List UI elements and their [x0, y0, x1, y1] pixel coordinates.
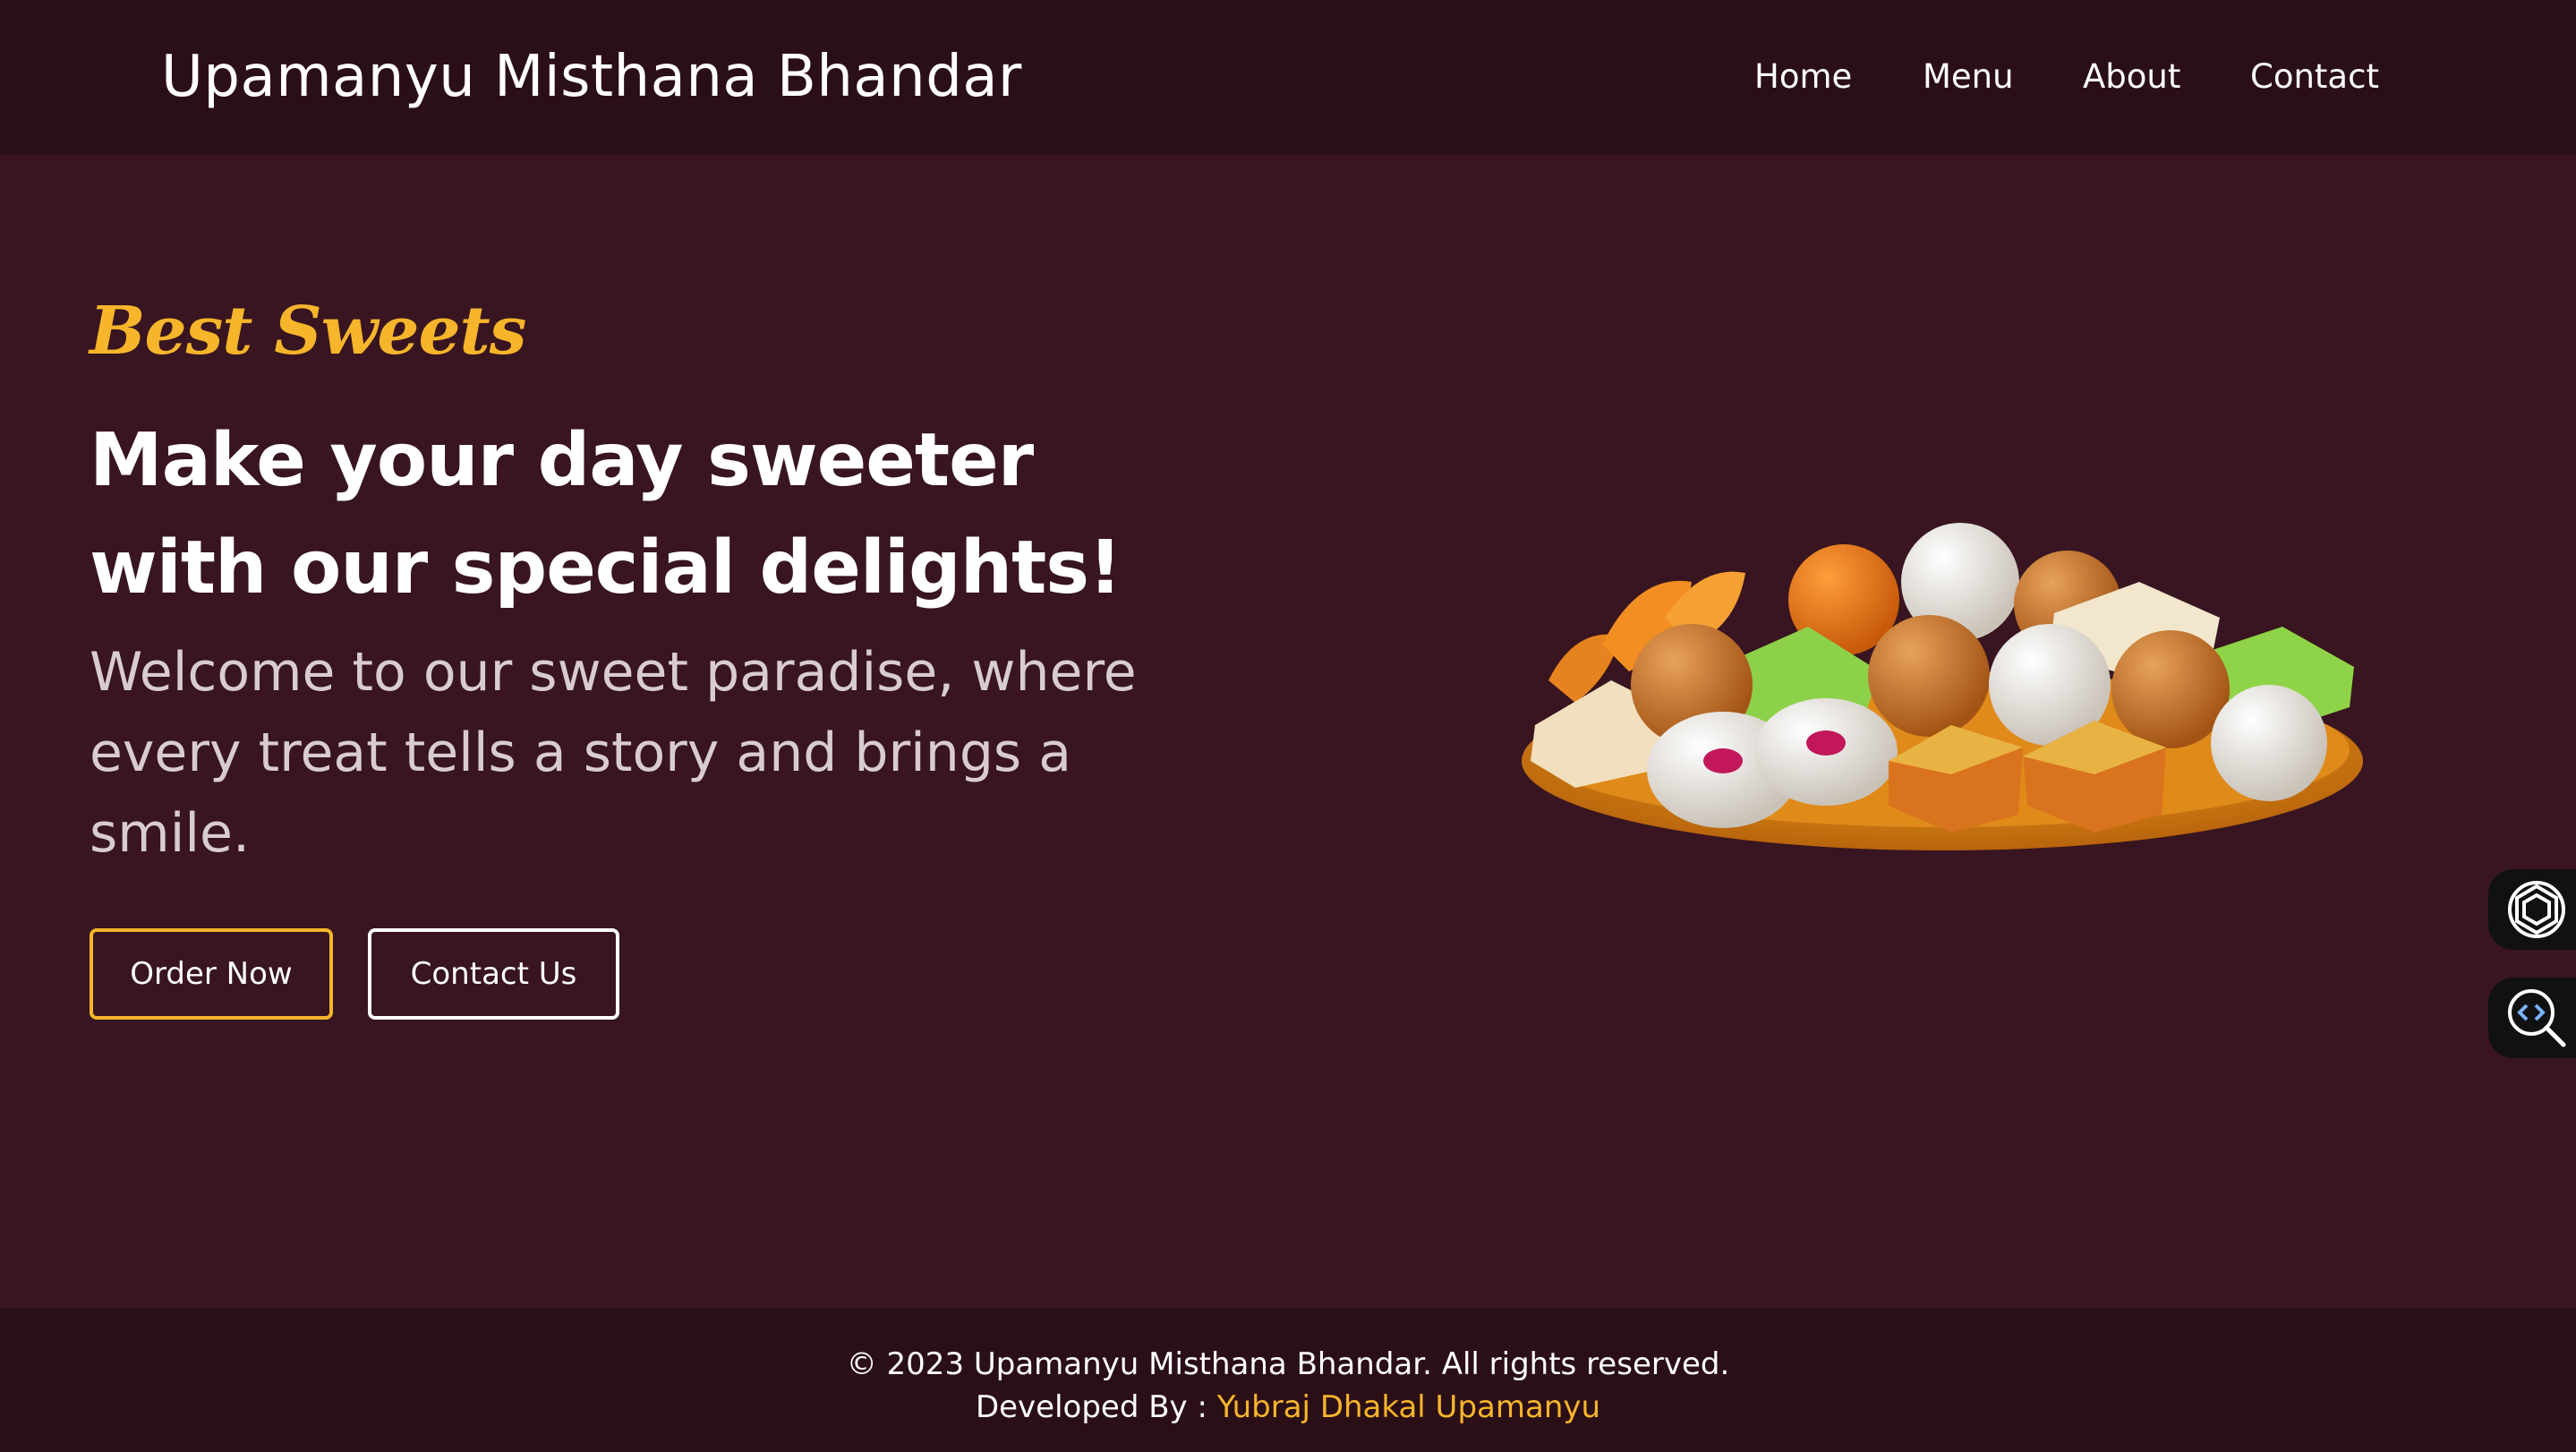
hero-title: Make your day sweeter with our special d…: [90, 418, 1122, 611]
developer-prefix: Developed By :: [975, 1389, 1207, 1425]
site-brand[interactable]: Upamanyu Misthana Bhandar: [161, 39, 1022, 115]
code-inspect-icon: [2508, 989, 2566, 1047]
ai-assistant-icon: [2508, 881, 2565, 938]
ai-assistant-widget[interactable]: [2488, 869, 2576, 950]
nav-contact-link[interactable]: Contact: [2250, 52, 2379, 102]
code-inspect-widget[interactable]: [2488, 978, 2576, 1058]
copyright-text: © 2023 Upamanyu Misthana Bhandar. All ri…: [846, 1346, 1730, 1382]
footer: © 2023 Upamanyu Misthana Bhandar. All ri…: [0, 1308, 2576, 1452]
navbar: Upamanyu Misthana Bhandar Home Menu Abou…: [0, 0, 2576, 155]
sweets-platter-image: [1522, 523, 2363, 850]
nav-home-link[interactable]: Home: [1754, 52, 1852, 102]
contact-us-button[interactable]: Contact Us: [368, 928, 619, 1020]
nav-about-link[interactable]: About: [2083, 52, 2180, 102]
hero-tagline: Best Sweets: [90, 293, 526, 370]
developer-name-link[interactable]: Yubraj Dhakal Upamanyu: [1217, 1389, 1600, 1425]
order-now-button[interactable]: Order Now: [90, 928, 333, 1020]
nav-menu-link[interactable]: Menu: [1923, 52, 2014, 102]
hero-description: Welcome to our sweet paradise, where eve…: [90, 641, 1137, 865]
developer-credit: Developed By : Yubraj Dhakal Upamanyu: [0, 1387, 2576, 1428]
